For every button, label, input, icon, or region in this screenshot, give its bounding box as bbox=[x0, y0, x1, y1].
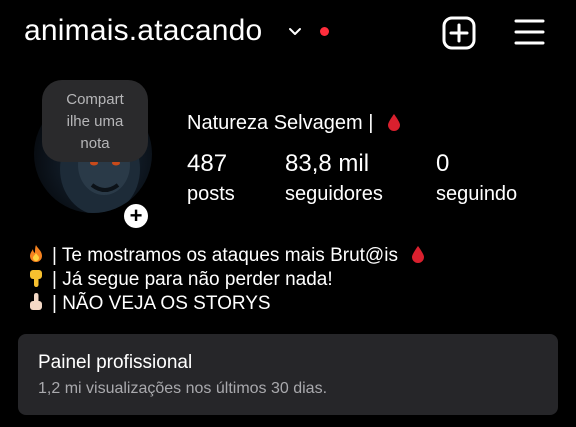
add-story-button[interactable]: + bbox=[121, 201, 151, 231]
fire-icon bbox=[30, 245, 42, 262]
stat-label: posts bbox=[187, 183, 235, 205]
hamburger-menu-icon[interactable] bbox=[514, 17, 545, 47]
stat-following[interactable]: 0 seguindo bbox=[436, 150, 517, 208]
notification-dot-icon bbox=[320, 27, 329, 36]
bio-text: | NÃO VEJA OS STORYS bbox=[52, 293, 271, 314]
panel-subtitle: 1,2 mi visualizações nos últimos 30 dias… bbox=[38, 380, 328, 397]
stat-label: seguindo bbox=[436, 183, 518, 205]
bio-line-1: | Te mostramos os ataques mais Brut@is bbox=[26, 244, 425, 268]
stat-posts[interactable]: 487 posts bbox=[187, 150, 235, 208]
stat-value: 0 bbox=[436, 150, 450, 177]
top-bar: animais.atacando bbox=[0, 0, 576, 70]
note-text-line-3: nota bbox=[80, 135, 110, 152]
pointing-up-icon bbox=[30, 293, 42, 310]
stat-value: 487 bbox=[187, 150, 228, 177]
bio-text: | Te mostramos os ataques mais Brut@is bbox=[52, 245, 398, 266]
username[interactable]: animais.atacando bbox=[24, 14, 262, 48]
plus-icon: + bbox=[124, 204, 148, 228]
display-name-row: Natureza Selvagem | bbox=[187, 112, 401, 135]
display-name: Natureza Selvagem | bbox=[187, 112, 374, 134]
bio-line-3: | NÃO VEJA OS STORYS bbox=[26, 292, 425, 316]
note-text-line-2: ilhe uma bbox=[66, 113, 124, 130]
professional-dashboard-card[interactable]: Painel profissional 1,2 mi visualizações… bbox=[18, 334, 558, 415]
bio: | Te mostramos os ataques mais Brut@is |… bbox=[26, 244, 425, 316]
note-text-line-1: Compart bbox=[66, 91, 124, 108]
profile-screen: animais.atacando Compart ilhe uma nota +… bbox=[0, 0, 576, 427]
blood-drop-icon bbox=[412, 246, 425, 263]
stat-label: seguidores bbox=[285, 183, 383, 205]
bio-text: | Já segue para não perder nada! bbox=[52, 269, 333, 290]
chevron-down-icon[interactable] bbox=[288, 25, 302, 39]
pointing-down-icon bbox=[30, 270, 42, 287]
stat-value: 83,8 mil bbox=[285, 150, 370, 177]
blood-drop-icon bbox=[387, 114, 400, 131]
note-bubble[interactable]: Compart ilhe uma nota bbox=[42, 80, 148, 162]
plus-square-icon[interactable] bbox=[442, 16, 476, 50]
stat-followers[interactable]: 83,8 mil seguidores bbox=[285, 150, 383, 208]
panel-title: Painel profissional bbox=[38, 352, 193, 373]
bio-line-2: | Já segue para não perder nada! bbox=[26, 268, 425, 292]
